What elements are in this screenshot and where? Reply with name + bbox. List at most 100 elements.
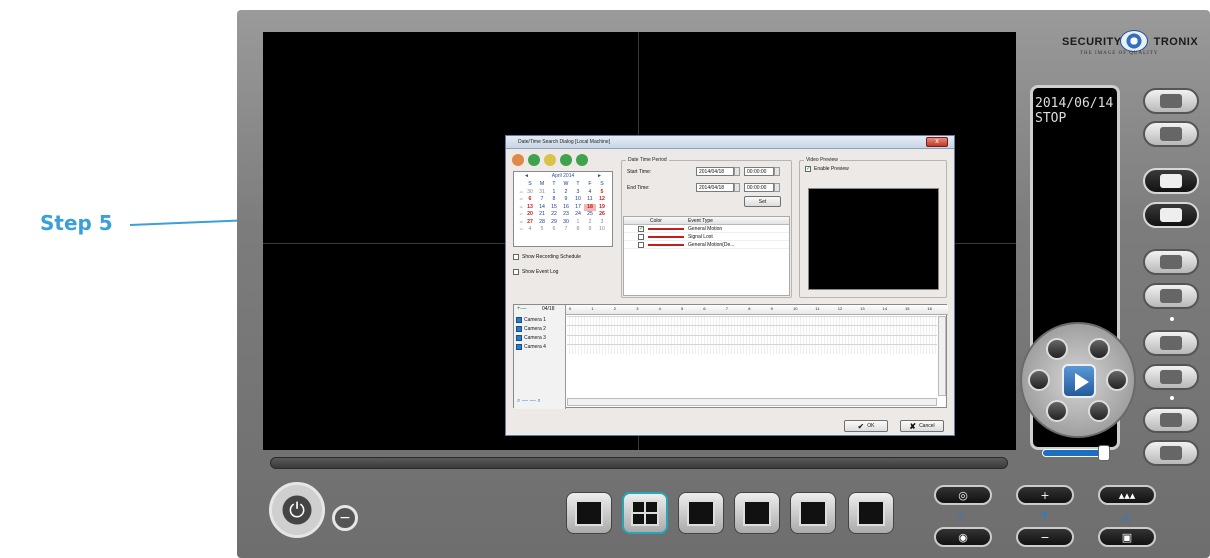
calendar-day[interactable]: 11 xyxy=(584,196,596,204)
calendar-day[interactable]: 6 xyxy=(548,226,560,234)
calendar-day[interactable]: 17 xyxy=(572,204,584,212)
preset-button[interactable]: ▴▴▴ xyxy=(1098,485,1156,505)
timeline-hscrollbar[interactable] xyxy=(567,398,937,406)
zoom-out-button[interactable]: − xyxy=(1016,527,1074,547)
zoom-time-icon[interactable]: +— xyxy=(517,306,527,312)
set-button[interactable]: Set xyxy=(744,196,781,207)
stop-button[interactable] xyxy=(1028,369,1050,391)
event-checkbox[interactable] xyxy=(638,234,644,240)
layout-1-button[interactable] xyxy=(566,492,612,534)
focus-button[interactable]: ◎ xyxy=(934,485,992,505)
show-event-log-checkbox[interactable] xyxy=(513,269,519,275)
event-row[interactable]: General Motion(De... xyxy=(624,241,789,249)
pause-button[interactable] xyxy=(1106,369,1128,391)
end-time-spinner[interactable] xyxy=(774,183,780,192)
minimize-button[interactable]: − xyxy=(332,505,358,531)
fullscreen-button[interactable] xyxy=(848,492,894,534)
calendar-day[interactable]: 19 xyxy=(596,204,608,212)
backup-button[interactable] xyxy=(1143,283,1199,309)
edit-button[interactable] xyxy=(1143,249,1199,275)
layout-16-button[interactable] xyxy=(734,492,780,534)
calendar-day[interactable]: 2 xyxy=(560,189,572,197)
cancel-button[interactable]: ✘ Cancel xyxy=(900,420,944,432)
layout-9-button[interactable] xyxy=(678,492,724,534)
calendar-day[interactable]: 20 xyxy=(524,211,536,219)
prev-frame-button[interactable] xyxy=(1046,400,1068,422)
calendar-day[interactable]: 14 xyxy=(536,204,548,212)
view-button[interactable] xyxy=(1143,440,1199,466)
network-button[interactable] xyxy=(1143,88,1199,114)
calendar-day[interactable]: 3 xyxy=(596,219,608,227)
calendar-day[interactable]: 10 xyxy=(596,226,608,234)
calendar-day[interactable]: 29 xyxy=(548,219,560,227)
ok-button[interactable]: ✔ OK xyxy=(844,420,888,432)
calendar-day[interactable]: 30 xyxy=(560,219,572,227)
calendar-day[interactable]: 8 xyxy=(572,226,584,234)
calendar-day[interactable]: 1 xyxy=(548,189,560,197)
calendar-day[interactable]: 16 xyxy=(560,204,572,212)
calendar-day[interactable]: 28 xyxy=(536,219,548,227)
calendar-day[interactable]: 22 xyxy=(548,211,560,219)
print-button[interactable] xyxy=(1143,407,1199,433)
back-icon[interactable] xyxy=(560,154,572,166)
end-date-spinner[interactable] xyxy=(734,183,740,192)
calendar-day[interactable]: 25 xyxy=(584,211,596,219)
camera-row[interactable]: Camera 3 xyxy=(516,334,546,342)
start-time-field[interactable]: 00:00:00 xyxy=(744,167,774,176)
calendar-next-button[interactable]: ► xyxy=(597,172,602,181)
calendar-day[interactable]: 9 xyxy=(584,226,596,234)
seek-bar[interactable] xyxy=(270,457,1008,469)
power-button[interactable]: ⏻ xyxy=(269,482,325,538)
volume-knob[interactable] xyxy=(1098,445,1110,461)
event-row[interactable]: Signal Lost xyxy=(624,233,789,241)
calendar-day[interactable]: 12 xyxy=(596,196,608,204)
timeline-grid[interactable] xyxy=(567,316,937,354)
calendar-day[interactable]: 9 xyxy=(560,196,572,204)
calendar-day[interactable]: 10 xyxy=(572,196,584,204)
enable-preview-checkbox[interactable] xyxy=(805,165,811,172)
start-date-spinner[interactable] xyxy=(734,167,740,176)
export-button[interactable] xyxy=(1143,330,1199,356)
calendar-day[interactable]: 7 xyxy=(560,226,572,234)
calendar-day[interactable]: 24 xyxy=(572,211,584,219)
camera-row[interactable]: Camera 4 xyxy=(516,343,546,351)
show-event-log-row[interactable]: Show Event Log xyxy=(513,269,558,275)
end-time-field[interactable]: 00:00:00 xyxy=(744,183,774,192)
layout-4-button[interactable] xyxy=(622,492,668,534)
start-date-field[interactable]: 2014/04/18 xyxy=(696,167,734,176)
calendar-day[interactable]: 1 xyxy=(572,219,584,227)
next-frame-button[interactable] xyxy=(1088,400,1110,422)
import-button[interactable] xyxy=(1143,364,1199,390)
camera-row[interactable]: Camera 1 xyxy=(516,316,546,324)
camera-row[interactable]: Camera 2 xyxy=(516,325,546,333)
timeline-vscrollbar[interactable] xyxy=(938,316,946,396)
show-recording-schedule-row[interactable]: Show Recording Schedule xyxy=(513,254,581,260)
event-checkbox[interactable] xyxy=(638,242,644,248)
calendar-day[interactable]: 26 xyxy=(596,211,608,219)
calendar-day[interactable]: 6 xyxy=(524,196,536,204)
search-button[interactable] xyxy=(1143,121,1199,147)
calendar-day[interactable]: 4 xyxy=(584,189,596,197)
volume-slider[interactable] xyxy=(1030,441,1128,463)
iris-button[interactable]: ◉ xyxy=(934,527,992,547)
home-icon[interactable] xyxy=(512,154,524,166)
event-checkbox[interactable] xyxy=(638,225,644,232)
calendar-day[interactable]: 15 xyxy=(548,204,560,212)
enable-preview-row[interactable]: Enable Preview xyxy=(805,165,849,172)
calendar-prev-button[interactable]: ◄ xyxy=(524,172,529,181)
record-button[interactable] xyxy=(1143,202,1199,228)
calendar-day[interactable]: 7 xyxy=(536,196,548,204)
search-icon[interactable] xyxy=(544,154,556,166)
calendar-day[interactable]: 13 xyxy=(524,204,536,212)
play-button[interactable] xyxy=(1062,364,1096,398)
forward-icon[interactable] xyxy=(576,154,588,166)
layout-pip-button[interactable] xyxy=(790,492,836,534)
refresh-icon[interactable] xyxy=(528,154,540,166)
end-date-field[interactable]: 2014/04/18 xyxy=(696,183,734,192)
event-row[interactable]: General Motion xyxy=(624,225,789,233)
calendar-day[interactable]: 30 xyxy=(524,189,536,197)
calendar-day[interactable]: 23 xyxy=(560,211,572,219)
tools-button[interactable] xyxy=(1143,168,1199,194)
calendar-day[interactable]: 21 xyxy=(536,211,548,219)
calendar-day[interactable]: 5 xyxy=(536,226,548,234)
